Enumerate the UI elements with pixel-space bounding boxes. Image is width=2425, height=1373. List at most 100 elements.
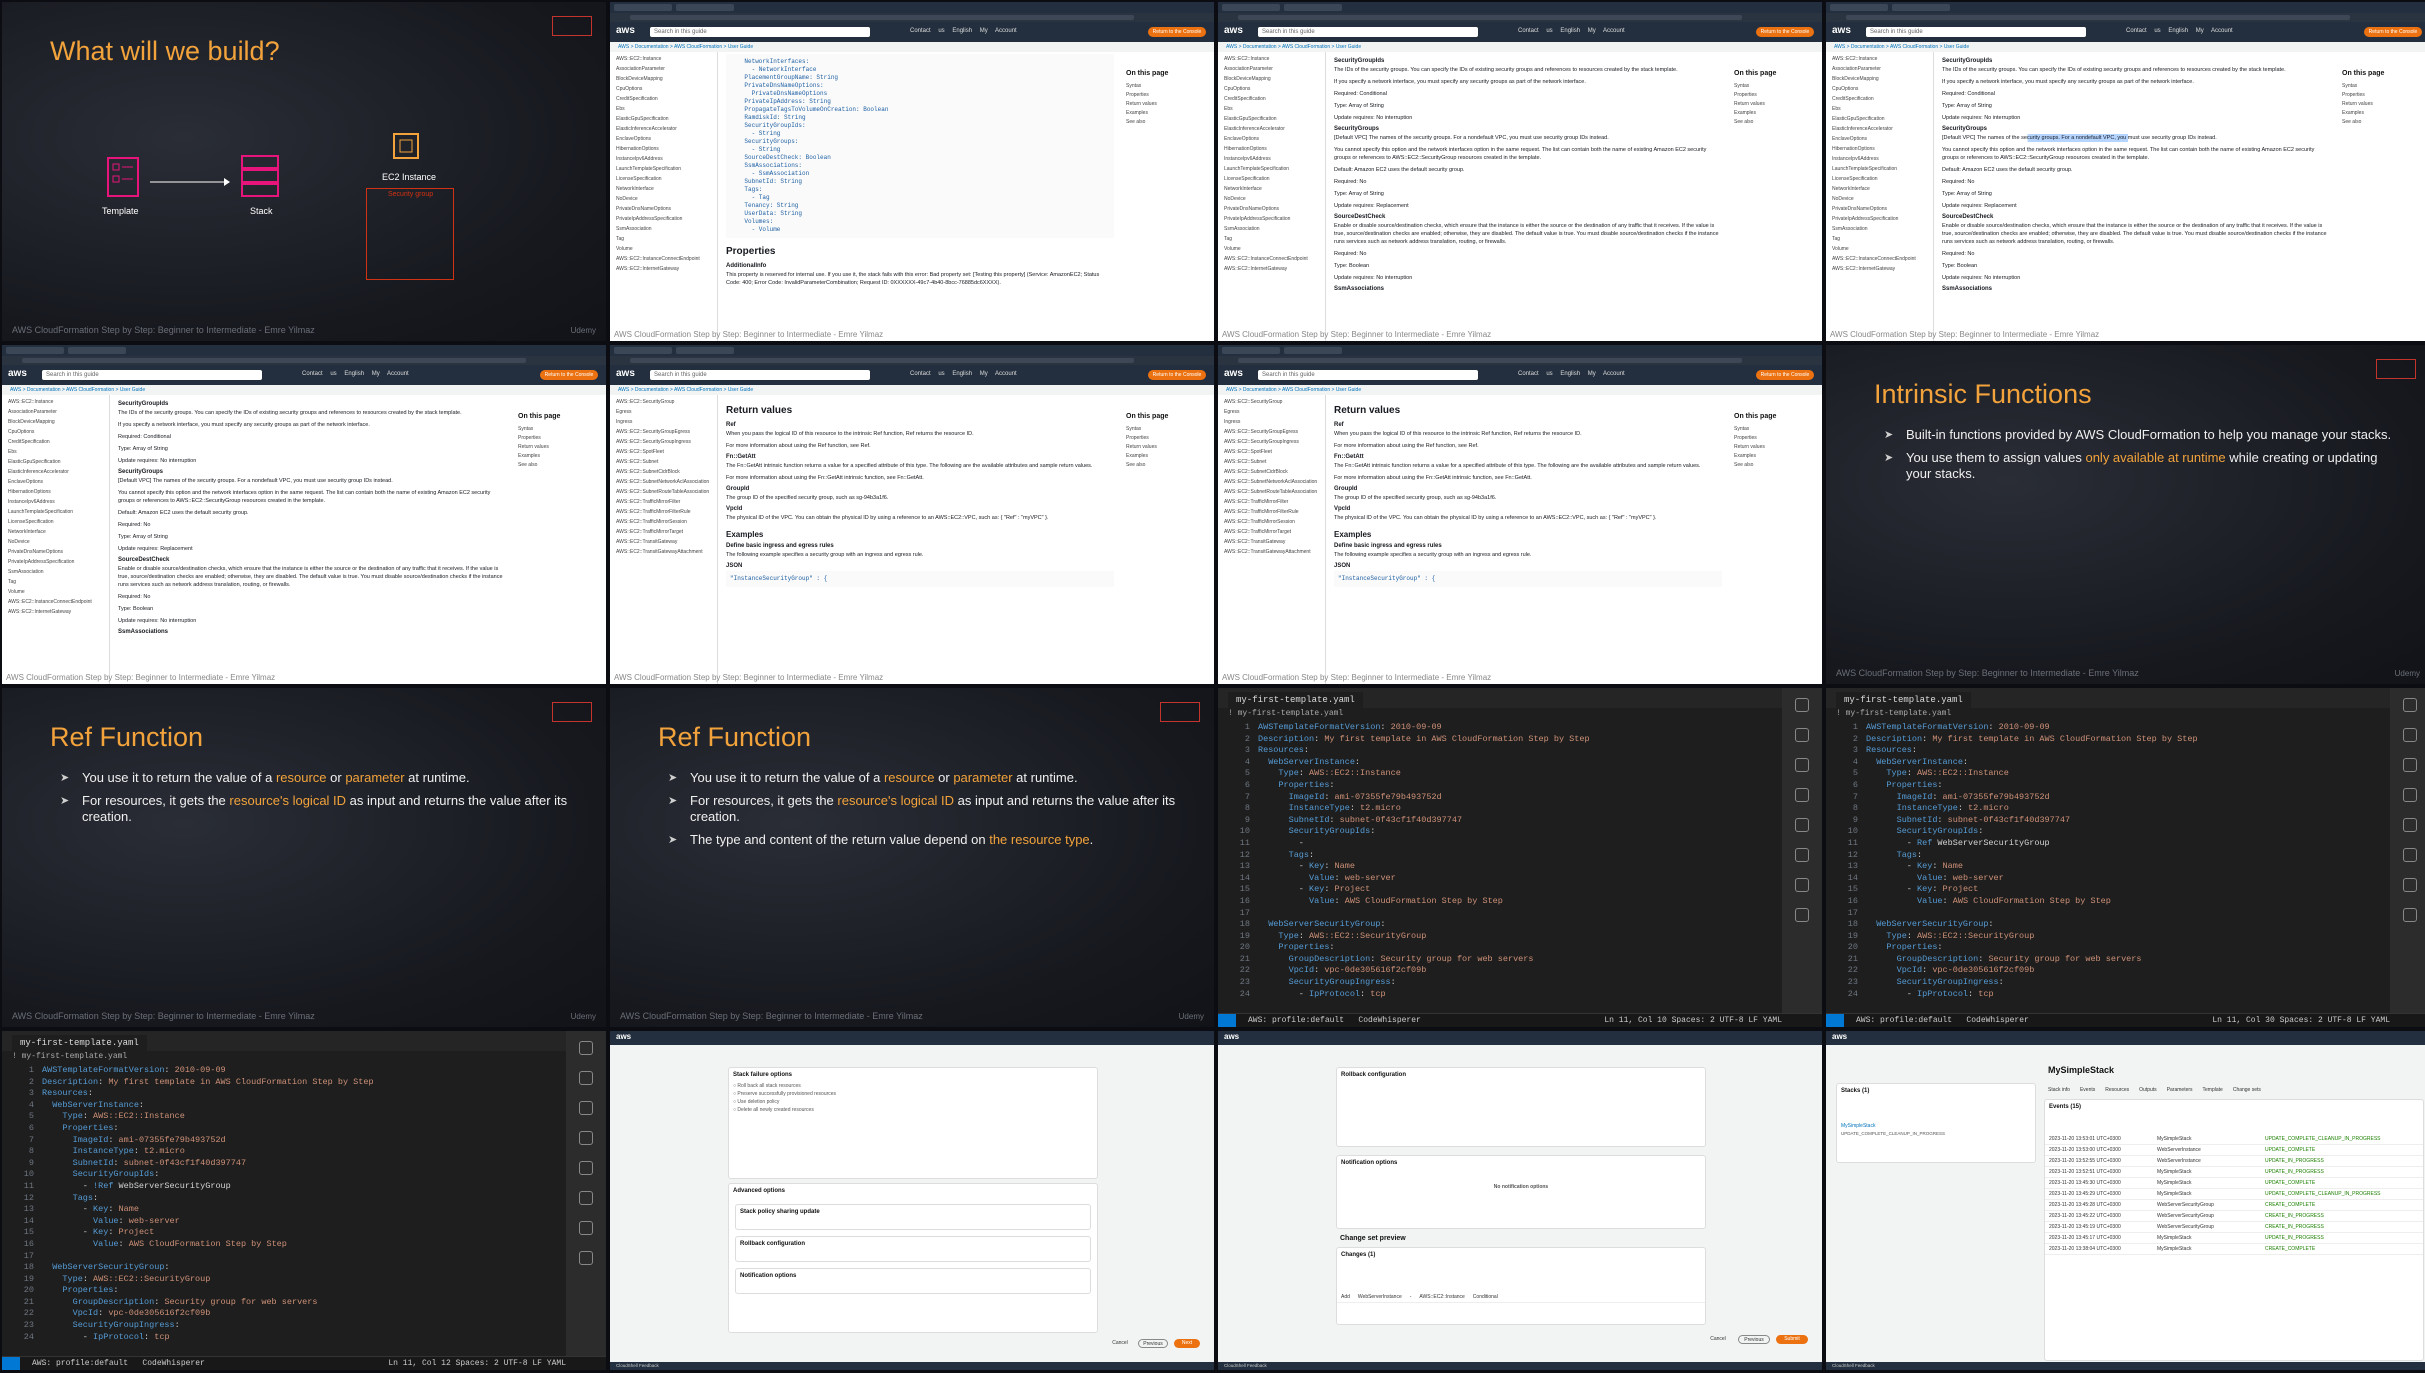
list-item[interactable]: AWS::EC2::InternetGateway [1224,266,1319,272]
list-item[interactable]: ElasticInferenceAccelerator [8,469,103,475]
extensions-icon[interactable] [1795,818,1809,832]
list-item[interactable]: NoDevice [8,539,103,545]
cursor-position[interactable]: Ln 11, Col 10 Spaces: 2 UTF-8 LF YAML [1604,1014,1782,1027]
list-item[interactable]: AssociationParameter [1224,66,1319,72]
list-item[interactable]: ElasticGpuSpecification [616,116,711,122]
list-item[interactable]: Tag [616,236,711,242]
list-item[interactable]: AWS::EC2::SubnetRouteTableAssociation [1224,489,1319,495]
tab[interactable]: Outputs [2139,1087,2157,1093]
list-item[interactable]: Properties [1734,92,1816,98]
docs-search-input[interactable]: Search in this guide [650,370,870,380]
aws-icon[interactable] [1795,848,1809,862]
tab[interactable]: Resources [2105,1087,2129,1093]
search-icon[interactable] [2403,728,2417,742]
list-item[interactable]: HibernationOptions [8,489,103,495]
list-item[interactable]: AWS::EC2::SecurityGroupIngress [616,439,711,445]
list-item[interactable]: AWS::EC2::TrafficMirrorSession [616,519,711,525]
list-item[interactable]: Syntax [1734,83,1816,89]
yaml-code[interactable]: AWSTemplateFormatVersion: 2010-09-09 Des… [1866,722,2384,1000]
list-item[interactable]: AWS::EC2::TrafficMirrorFilter [1224,499,1319,505]
list-item[interactable]: Syntax [1126,426,1208,432]
list-item[interactable]: Ingress [616,419,711,425]
list-item[interactable]: BlockDeviceMapping [1224,76,1319,82]
list-item[interactable]: Ebs [616,106,711,112]
settings-gear-icon[interactable] [579,1251,593,1265]
nav-links[interactable]: Contact us English My Account [1518,28,1625,34]
list-item[interactable]: AWS::EC2::Subnet [1224,459,1319,465]
list-item[interactable]: PrivateDnsNameOptions [8,549,103,555]
list-item[interactable]: AWS::EC2::InstanceConnectEndpoint [616,256,711,262]
list-item[interactable]: Volume [8,589,103,595]
breadcrumb[interactable]: AWS > Documentation > AWS CloudFormation… [610,42,1214,52]
settings-gear-icon[interactable] [2403,908,2417,922]
docs-search-input[interactable]: Search in this guide [1258,27,1478,37]
list-item[interactable]: HibernationOptions [616,146,711,152]
list-item[interactable]: AWS::EC2::TrafficMirrorFilterRule [1224,509,1319,515]
list-item[interactable]: Ebs [1832,106,1927,112]
codewhisperer-status[interactable]: CodeWhisperer [142,1359,204,1368]
list-item[interactable]: AWS::EC2::SpotFleet [1224,449,1319,455]
list-item[interactable]: ElasticInferenceAccelerator [1224,126,1319,132]
tab[interactable]: Template [2203,1087,2223,1093]
list-item[interactable]: PrivateDnsNameOptions [616,206,711,212]
list-item[interactable]: CreditSpecification [1832,96,1927,102]
extensions-icon[interactable] [2403,818,2417,832]
explorer-icon[interactable] [2403,698,2417,712]
address-bar[interactable] [1218,356,1822,365]
list-item[interactable]: Syntax [1734,426,1816,432]
list-item[interactable]: Ebs [8,449,103,455]
settings-gear-icon[interactable] [1795,908,1809,922]
account-icon[interactable] [579,1221,593,1235]
explorer-icon[interactable] [579,1041,593,1055]
list-item[interactable]: PrivateDnsNameOptions [1832,206,1927,212]
aws-logo[interactable]: aws [1224,25,1243,36]
list-item[interactable]: AWS::EC2::SubnetNetworkAclAssociation [616,479,711,485]
list-item[interactable]: ElasticInferenceAccelerator [616,126,711,132]
list-item[interactable]: AssociationParameter [1832,66,1927,72]
source-control-icon[interactable] [1795,758,1809,772]
list-item[interactable]: Properties [1734,435,1816,441]
breadcrumb[interactable]: AWS > Documentation > AWS CloudFormation… [1218,385,1822,395]
list-item[interactable]: AWS::EC2::TransitGatewayAttachment [1224,549,1319,555]
breadcrumb[interactable]: AWS > Documentation > AWS CloudFormation… [2,385,606,395]
list-item[interactable]: AWS::EC2::TrafficMirrorFilter [616,499,711,505]
list-item[interactable]: LicenseSpecification [8,519,103,525]
list-item[interactable]: CpuOptions [8,429,103,435]
list-item[interactable]: AWS::EC2::TrafficMirrorSession [1224,519,1319,525]
search-icon[interactable] [579,1071,593,1085]
list-item[interactable]: Volume [1832,246,1927,252]
docs-search-input[interactable]: Search in this guide [650,27,870,37]
list-item[interactable]: AssociationParameter [8,409,103,415]
aws-logo[interactable]: aws [8,368,27,379]
list-item[interactable]: AWS::EC2::InstanceConnectEndpoint [1224,256,1319,262]
cancel-button[interactable]: Cancel [1704,1335,1732,1344]
list-item[interactable]: Return values [1126,444,1208,450]
list-item[interactable]: Return values [518,444,600,450]
list-item[interactable]: Egress [1224,409,1319,415]
list-item[interactable]: ElasticGpuSpecification [8,459,103,465]
list-item[interactable]: CreditSpecification [8,439,103,445]
cursor-position[interactable]: Ln 11, Col 30 Spaces: 2 UTF-8 LF YAML [2212,1014,2390,1027]
list-item[interactable]: Examples [2342,110,2424,116]
list-item[interactable]: CpuOptions [616,86,711,92]
list-item[interactable]: Return values [1734,101,1816,107]
list-item[interactable]: Ebs [1224,106,1319,112]
previous-button[interactable]: Previous [1138,1339,1168,1348]
aws-profile[interactable]: AWS: profile:default [1856,1016,1952,1025]
list-item[interactable]: AWS::EC2::Instance [8,399,103,405]
toc-list[interactable]: Syntax Properties Return values Examples See… [518,426,600,468]
list-item[interactable]: InstanceIpv6Address [1832,156,1927,162]
list-item[interactable]: AWS::EC2::SecurityGroupEgress [1224,429,1319,435]
address-bar[interactable] [610,356,1214,365]
list-item[interactable]: Volume [1224,246,1319,252]
aws-profile[interactable]: AWS: profile:default [1248,1016,1344,1025]
list-item[interactable]: AWS::EC2::TransitGateway [616,539,711,545]
list-item[interactable]: AWS::EC2::TransitGatewayAttachment [616,549,711,555]
list-item[interactable]: InstanceIpv6Address [1224,156,1319,162]
list-item[interactable]: InstanceIpv6Address [616,156,711,162]
list-item[interactable]: BlockDeviceMapping [8,419,103,425]
account-icon[interactable] [2403,878,2417,892]
explorer-icon[interactable] [1795,698,1809,712]
breadcrumb[interactable]: AWS > Documentation > AWS CloudFormation… [610,385,1214,395]
toc-list[interactable]: Syntax Properties Return values Examples See… [1126,83,1208,125]
